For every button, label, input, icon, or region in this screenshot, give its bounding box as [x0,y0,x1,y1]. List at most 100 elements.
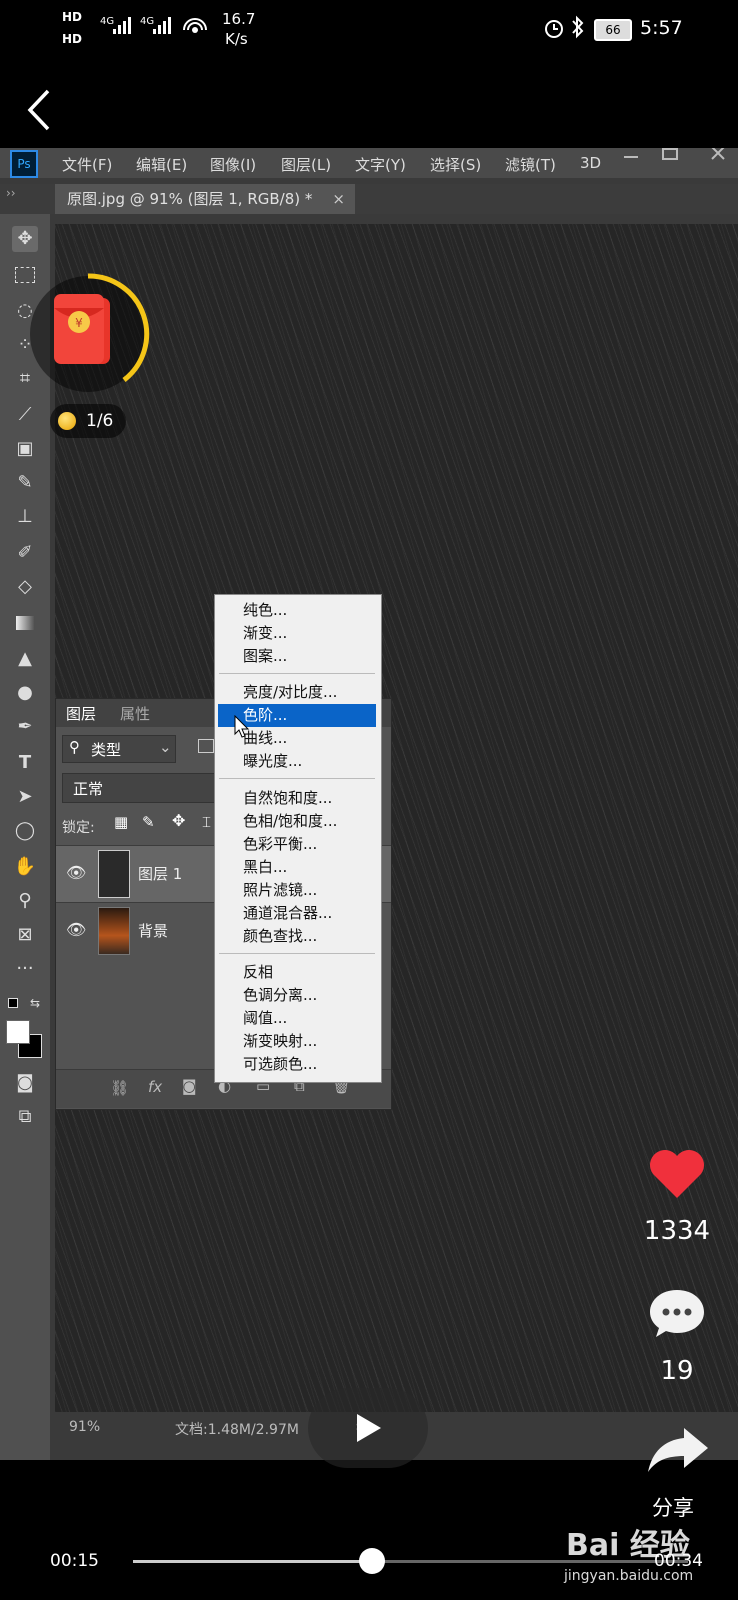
zoom-level[interactable]: 91% [69,1419,100,1435]
menu-item-gradient[interactable]: 渐变... [215,622,381,645]
progress-fill [133,1560,372,1563]
menu-item-pattern[interactable]: 图案... [215,645,381,668]
play-button[interactable] [308,1388,428,1468]
tab-properties[interactable]: 属性 [120,703,150,724]
menu-item-channel-mixer[interactable]: 通道混合器... [215,902,381,925]
blur-tool-icon[interactable]: ▲ [12,646,38,672]
menu-type[interactable]: 文字(Y) [355,154,406,175]
menu-edit[interactable]: 编辑(E) [136,154,187,175]
document-tab[interactable]: 原图.jpg @ 91% (图层 1, RGB/8) * × [55,184,355,214]
hotspot-icon [183,18,207,33]
menu-file[interactable]: 文件(F) [62,154,112,175]
default-colors-icon[interactable] [8,998,18,1008]
tools-panel: ✥ ◌ ⁘ ⌗ ⟋ ▣ ✎ ⊥ ✐ ◇ ▲ ● ✒ T ➤ ◯ ✋ ⚲ ⊠ ··… [0,214,50,1460]
gradient-tool-icon[interactable] [12,610,38,636]
visibility-eye-icon[interactable]: 👁 [66,863,86,882]
swap-colors-icon[interactable]: ⇆ [30,996,40,1010]
progress-scrubber[interactable] [358,1548,385,1574]
lock-pixels-icon[interactable]: ✎ [142,813,155,831]
search-icon: ⚲ [69,738,80,756]
mouse-cursor-icon [234,715,250,738]
add-mask-icon[interactable]: ◙ [182,1077,197,1095]
share-label[interactable]: 分享 [652,1492,694,1522]
hd-badge-2: HD [62,32,83,46]
type-tool-icon[interactable]: T [12,750,38,776]
menu-item-gradient-map[interactable]: 渐变映射... [215,1030,381,1053]
healing-tool-icon[interactable]: ▣ [12,436,38,462]
menu-item-black-white[interactable]: 黑白... [215,856,381,879]
tab-close-icon[interactable]: × [332,184,345,214]
menu-item-vibrance[interactable]: 自然饱和度... [215,787,381,810]
hand-tool-icon[interactable]: ✋ [12,854,38,880]
quick-mask-icon[interactable]: ◙ [12,1070,38,1096]
eraser-tool-icon[interactable]: ◇ [12,574,38,600]
comment-count: 19 [660,1356,694,1386]
layer-thumbnail [98,850,130,898]
clock: 5:57 [640,17,683,39]
blend-mode-value: 正常 [73,780,104,798]
visibility-eye-icon[interactable]: 👁 [66,920,86,939]
panel-collapse-icon[interactable]: ›› [6,186,16,200]
eyedropper-tool-icon[interactable]: ⟋ [12,402,38,428]
tab-layers[interactable]: 图层 [66,703,96,724]
watermark-url: jingyan.baidu.com [564,1568,694,1584]
lock-artboard-icon[interactable]: ⌶ [202,813,211,831]
fx-icon[interactable]: fx [148,1078,162,1096]
image-filter-icon[interactable] [198,739,214,753]
lock-label: 锁定: [62,820,95,836]
menu-item-color-lookup[interactable]: 颜色查找... [215,925,381,948]
pen-tool-icon[interactable]: ✒ [12,714,38,740]
back-arrow-icon[interactable] [22,85,62,135]
close-window-icon[interactable] [710,148,726,160]
menu-item-solid-color[interactable]: 纯色... [215,599,381,622]
screen-mode-icon[interactable]: ⧉ [12,1104,38,1130]
menu-layer[interactable]: 图层(L) [281,154,331,175]
dodge-tool-icon[interactable]: ● [12,680,38,706]
red-packet-widget[interactable]: ¥ [24,270,152,398]
history-brush-tool-icon[interactable]: ✐ [12,540,38,566]
foreground-color-swatch[interactable] [6,1020,30,1044]
comment-bubble-icon[interactable] [648,1286,706,1340]
share-arrow-icon[interactable] [646,1424,710,1474]
menu-item-brightness-contrast[interactable]: 亮度/对比度... [215,681,381,704]
layer-name[interactable]: 背景 [138,920,168,941]
coin-progress-ring-icon: ¥ [30,273,150,392]
minimize-icon[interactable] [624,156,638,158]
menu-item-invert[interactable]: 反相 [215,961,381,984]
menu-item-posterize[interactable]: 色调分离... [215,984,381,1007]
menu-filter[interactable]: 滤镜(T) [505,154,556,175]
more-tools-icon[interactable]: ··· [12,956,38,982]
like-count: 1334 [643,1216,711,1246]
menu-image[interactable]: 图像(I) [210,154,256,175]
ellipse-tool-icon[interactable]: ◯ [12,818,38,844]
battery-level: 66 [605,23,621,37]
like-heart-icon[interactable] [648,1148,706,1200]
menu-item-photo-filter[interactable]: 照片滤镜... [215,879,381,902]
status-bar: HD HD 4G 4G 16.7 K/s 66 5:57 [0,0,738,60]
menu-select[interactable]: 选择(S) [430,154,481,175]
stamp-tool-icon[interactable]: ⊥ [12,504,38,530]
zoom-tool-icon[interactable]: ⚲ [12,888,38,914]
coin-counter: 1/6 [50,404,126,438]
frame-tool-icon[interactable]: ⊠ [12,922,38,948]
chevron-down-icon: ⌄ [159,738,172,756]
ps-menubar: Ps 文件(F) 编辑(E) 图像(I) 图层(L) 文字(Y) 选择(S) 滤… [0,148,738,178]
menu-item-color-balance[interactable]: 色彩平衡... [215,833,381,856]
menu-item-selective-color[interactable]: 可选颜色... [215,1053,381,1076]
menu-item-exposure[interactable]: 曝光度... [215,750,381,773]
maximize-icon[interactable] [662,148,678,160]
menu-item-threshold[interactable]: 阈值... [215,1007,381,1030]
blend-mode-select[interactable]: 正常 [62,773,216,803]
link-layers-icon[interactable]: ⛓ [110,1079,129,1097]
brush-tool-icon[interactable]: ✎ [12,470,38,496]
path-select-tool-icon[interactable]: ➤ [12,784,38,810]
hd-badge-1: HD [62,10,83,24]
layer-name[interactable]: 图层 1 [138,863,182,884]
layer-filter-select[interactable]: ⚲ 类型 ⌄ [62,735,176,763]
lock-position-icon[interactable]: ✥ [172,811,185,830]
move-tool-icon[interactable]: ✥ [12,226,38,252]
menu-3d[interactable]: 3D [580,154,601,172]
menu-item-hue-saturation[interactable]: 色相/饱和度... [215,810,381,833]
adjustment-layer-menu: 纯色... 渐变... 图案... 亮度/对比度... 色阶... 曲线... … [214,594,382,1083]
lock-transparent-icon[interactable]: ▦ [114,813,128,831]
